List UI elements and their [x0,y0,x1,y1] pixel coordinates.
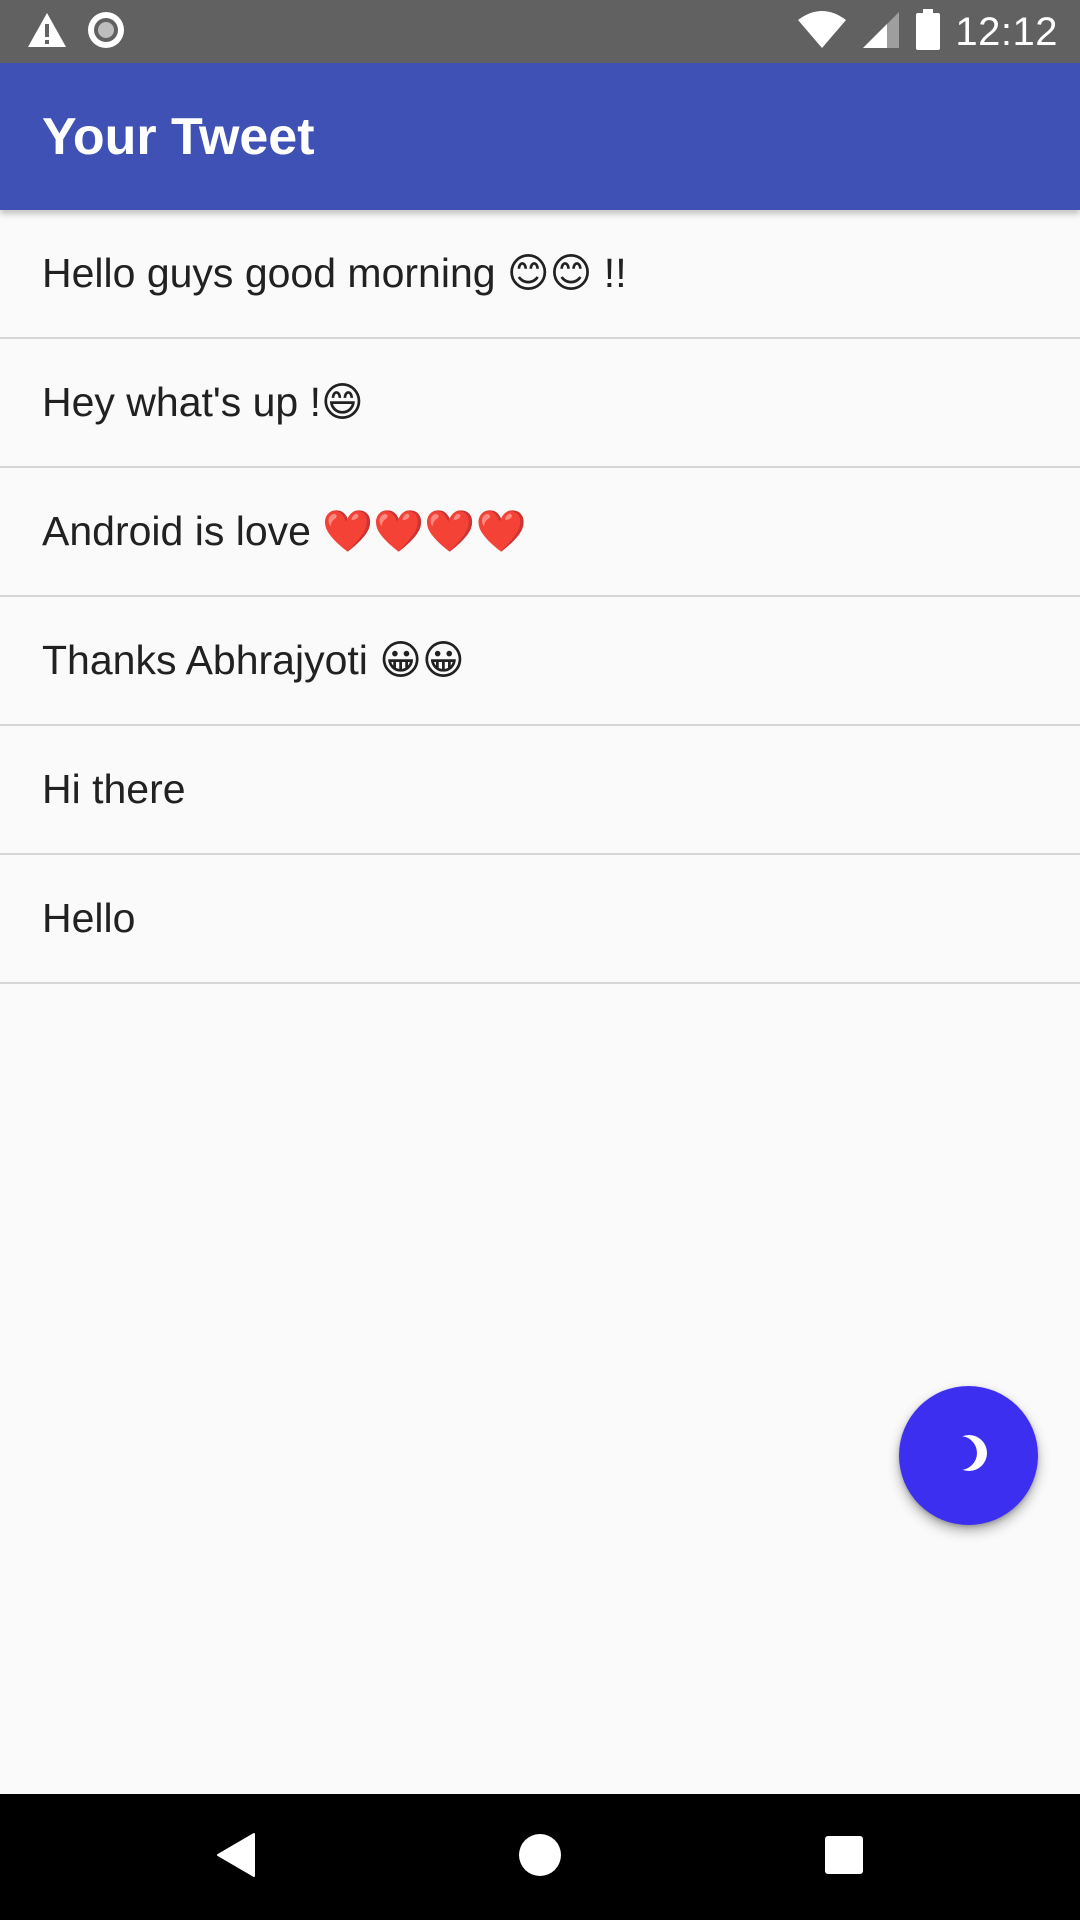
home-button[interactable] [507,1824,573,1890]
back-button[interactable] [203,1824,269,1890]
tweet-text: Hello guys good morning 😊😊 !! [42,250,627,296]
cell-signal-icon [861,10,901,55]
list-item[interactable]: Hey what's up !😄 [0,339,1080,468]
wifi-icon [797,10,847,55]
moon-icon [942,1431,991,1480]
app-bar: Your Tweet [0,63,1080,210]
status-right-icons: 12:12 [797,8,1058,56]
list-item[interactable]: Android is love ❤️❤️❤️❤️ [0,468,1080,597]
status-left-icons [26,10,126,55]
list-item[interactable]: Hi there [0,726,1080,855]
tweet-text: Thanks Abhrajyoti 😀😀 [42,637,465,683]
recents-button[interactable] [811,1824,877,1890]
back-triangle-icon [214,1831,258,1884]
tweet-text: Hi there [42,766,186,812]
status-bar: 12:12 [0,0,1080,63]
warning-icon [26,11,68,54]
list-item[interactable]: Hello [0,855,1080,984]
page-title: Your Tweet [42,108,315,166]
home-circle-icon [517,1832,563,1883]
theme-toggle-fab[interactable] [899,1386,1038,1525]
battery-icon [915,8,941,56]
tweet-text: Android is love ❤️❤️❤️❤️ [42,508,527,554]
tweet-list: Hello guys good morning 😊😊 !! Hey what's… [0,210,1080,984]
recents-square-icon [823,1834,865,1881]
status-time: 12:12 [955,9,1058,54]
sync-circle-icon [86,10,126,55]
list-item[interactable]: Hello guys good morning 😊😊 !! [0,210,1080,339]
navigation-bar [0,1794,1080,1920]
tweet-text: Hey what's up !😄 [42,379,364,425]
app-screen: 12:12 Your Tweet Hello guys good morning… [0,0,1080,1920]
list-item[interactable]: Thanks Abhrajyoti 😀😀 [0,597,1080,726]
tweet-text: Hello [42,895,136,941]
